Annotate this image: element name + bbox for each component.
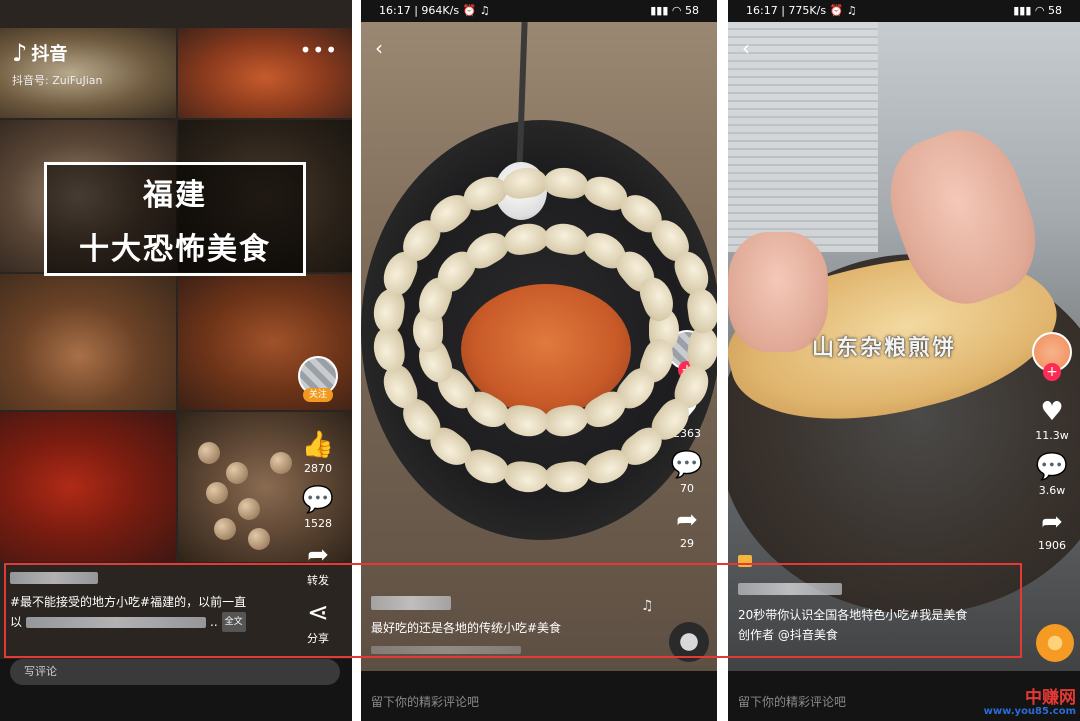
action-sidebar: + ♥ 11.3w 💬 3.6w ➦ 1906	[1032, 332, 1072, 552]
comment-input[interactable]: 写评论	[10, 659, 340, 685]
app-logo: ♪ 抖音	[12, 40, 67, 66]
comment-bubble-icon: 💬	[670, 450, 704, 480]
follow-button[interactable]: 关注	[303, 388, 333, 402]
share-arrow-icon: ➦	[1041, 507, 1063, 537]
status-bar: 16:17 | 964K/s ⏰ ♫ ▮▮▮ ◠ 58	[361, 4, 717, 22]
comment-count: 1528	[304, 517, 332, 530]
watermark-url: www.you85.com	[983, 706, 1076, 717]
comment-bubble-icon: 💬	[1035, 452, 1069, 482]
share-button[interactable]: ➦ 29	[676, 505, 698, 550]
more-dots-icon[interactable]: •••	[300, 38, 338, 62]
comment-button[interactable]: 💬 1528	[302, 485, 334, 530]
music-disc-icon[interactable]	[1036, 624, 1074, 662]
status-bar: 16:17 | 775K/s ⏰ ♫ ▮▮▮ ◠ 58	[728, 4, 1080, 22]
watermark-brand: 中赚网	[1025, 688, 1076, 708]
comment-input[interactable]: 留下你的精彩评论吧	[371, 692, 479, 712]
signal-wifi-battery: ▮▮▮ ◠ 58	[1013, 4, 1062, 17]
clock: 16:17	[746, 4, 778, 17]
battery-level: 58	[685, 4, 699, 17]
title-line: 福建	[143, 178, 207, 213]
highlight-box	[4, 563, 1022, 658]
title-line: 十大恐怖美食	[79, 232, 271, 267]
tiktok-logo-icon: ♪	[12, 39, 28, 67]
apron	[728, 22, 878, 252]
app-name: 抖音	[31, 44, 68, 65]
account-id: 抖音号: ZuiFuJian	[12, 74, 103, 87]
follow-plus-button[interactable]: +	[1043, 363, 1061, 381]
comment-count: 3.6w	[1038, 484, 1066, 497]
like-count: 2870	[304, 462, 332, 475]
food-photo	[0, 274, 176, 410]
comment-bubble-icon: 💬	[301, 485, 335, 515]
like-button[interactable]: ♥ 11.3w	[1035, 397, 1069, 442]
like-button[interactable]: 👍 2870	[302, 430, 334, 475]
like-count: 11.3w	[1035, 429, 1069, 442]
share-count: 1906	[1038, 539, 1066, 552]
comment-button[interactable]: 💬 70	[671, 450, 703, 495]
watermark: 中赚网 www.you85.com	[984, 690, 1076, 717]
network-speed: 964K/s	[421, 4, 460, 17]
video-overlay-label: 山东杂粮煎饼	[812, 336, 957, 361]
signal-wifi-battery: ▮▮▮ ◠ 58	[650, 4, 699, 17]
comment-count: 70	[680, 482, 694, 495]
thumbs-up-icon: 👍	[301, 430, 335, 460]
heart-icon: ♥	[1040, 397, 1064, 427]
battery-level: 58	[1048, 4, 1062, 17]
share-count: 29	[679, 537, 694, 550]
share-arrow-icon: ➦	[676, 505, 698, 535]
video-title-box: 福建 十大恐怖美食	[44, 162, 306, 276]
share-button[interactable]: ➦ 1906	[1038, 507, 1066, 552]
food-photo	[0, 412, 176, 562]
network-speed: 775K/s	[788, 4, 827, 17]
clock: 16:17	[379, 4, 411, 17]
comment-button[interactable]: 💬 3.6w	[1036, 452, 1068, 497]
back-arrow-icon[interactable]: ‹	[375, 36, 383, 60]
back-arrow-icon[interactable]: ‹	[742, 36, 750, 60]
comment-input[interactable]: 留下你的精彩评论吧	[738, 692, 846, 712]
